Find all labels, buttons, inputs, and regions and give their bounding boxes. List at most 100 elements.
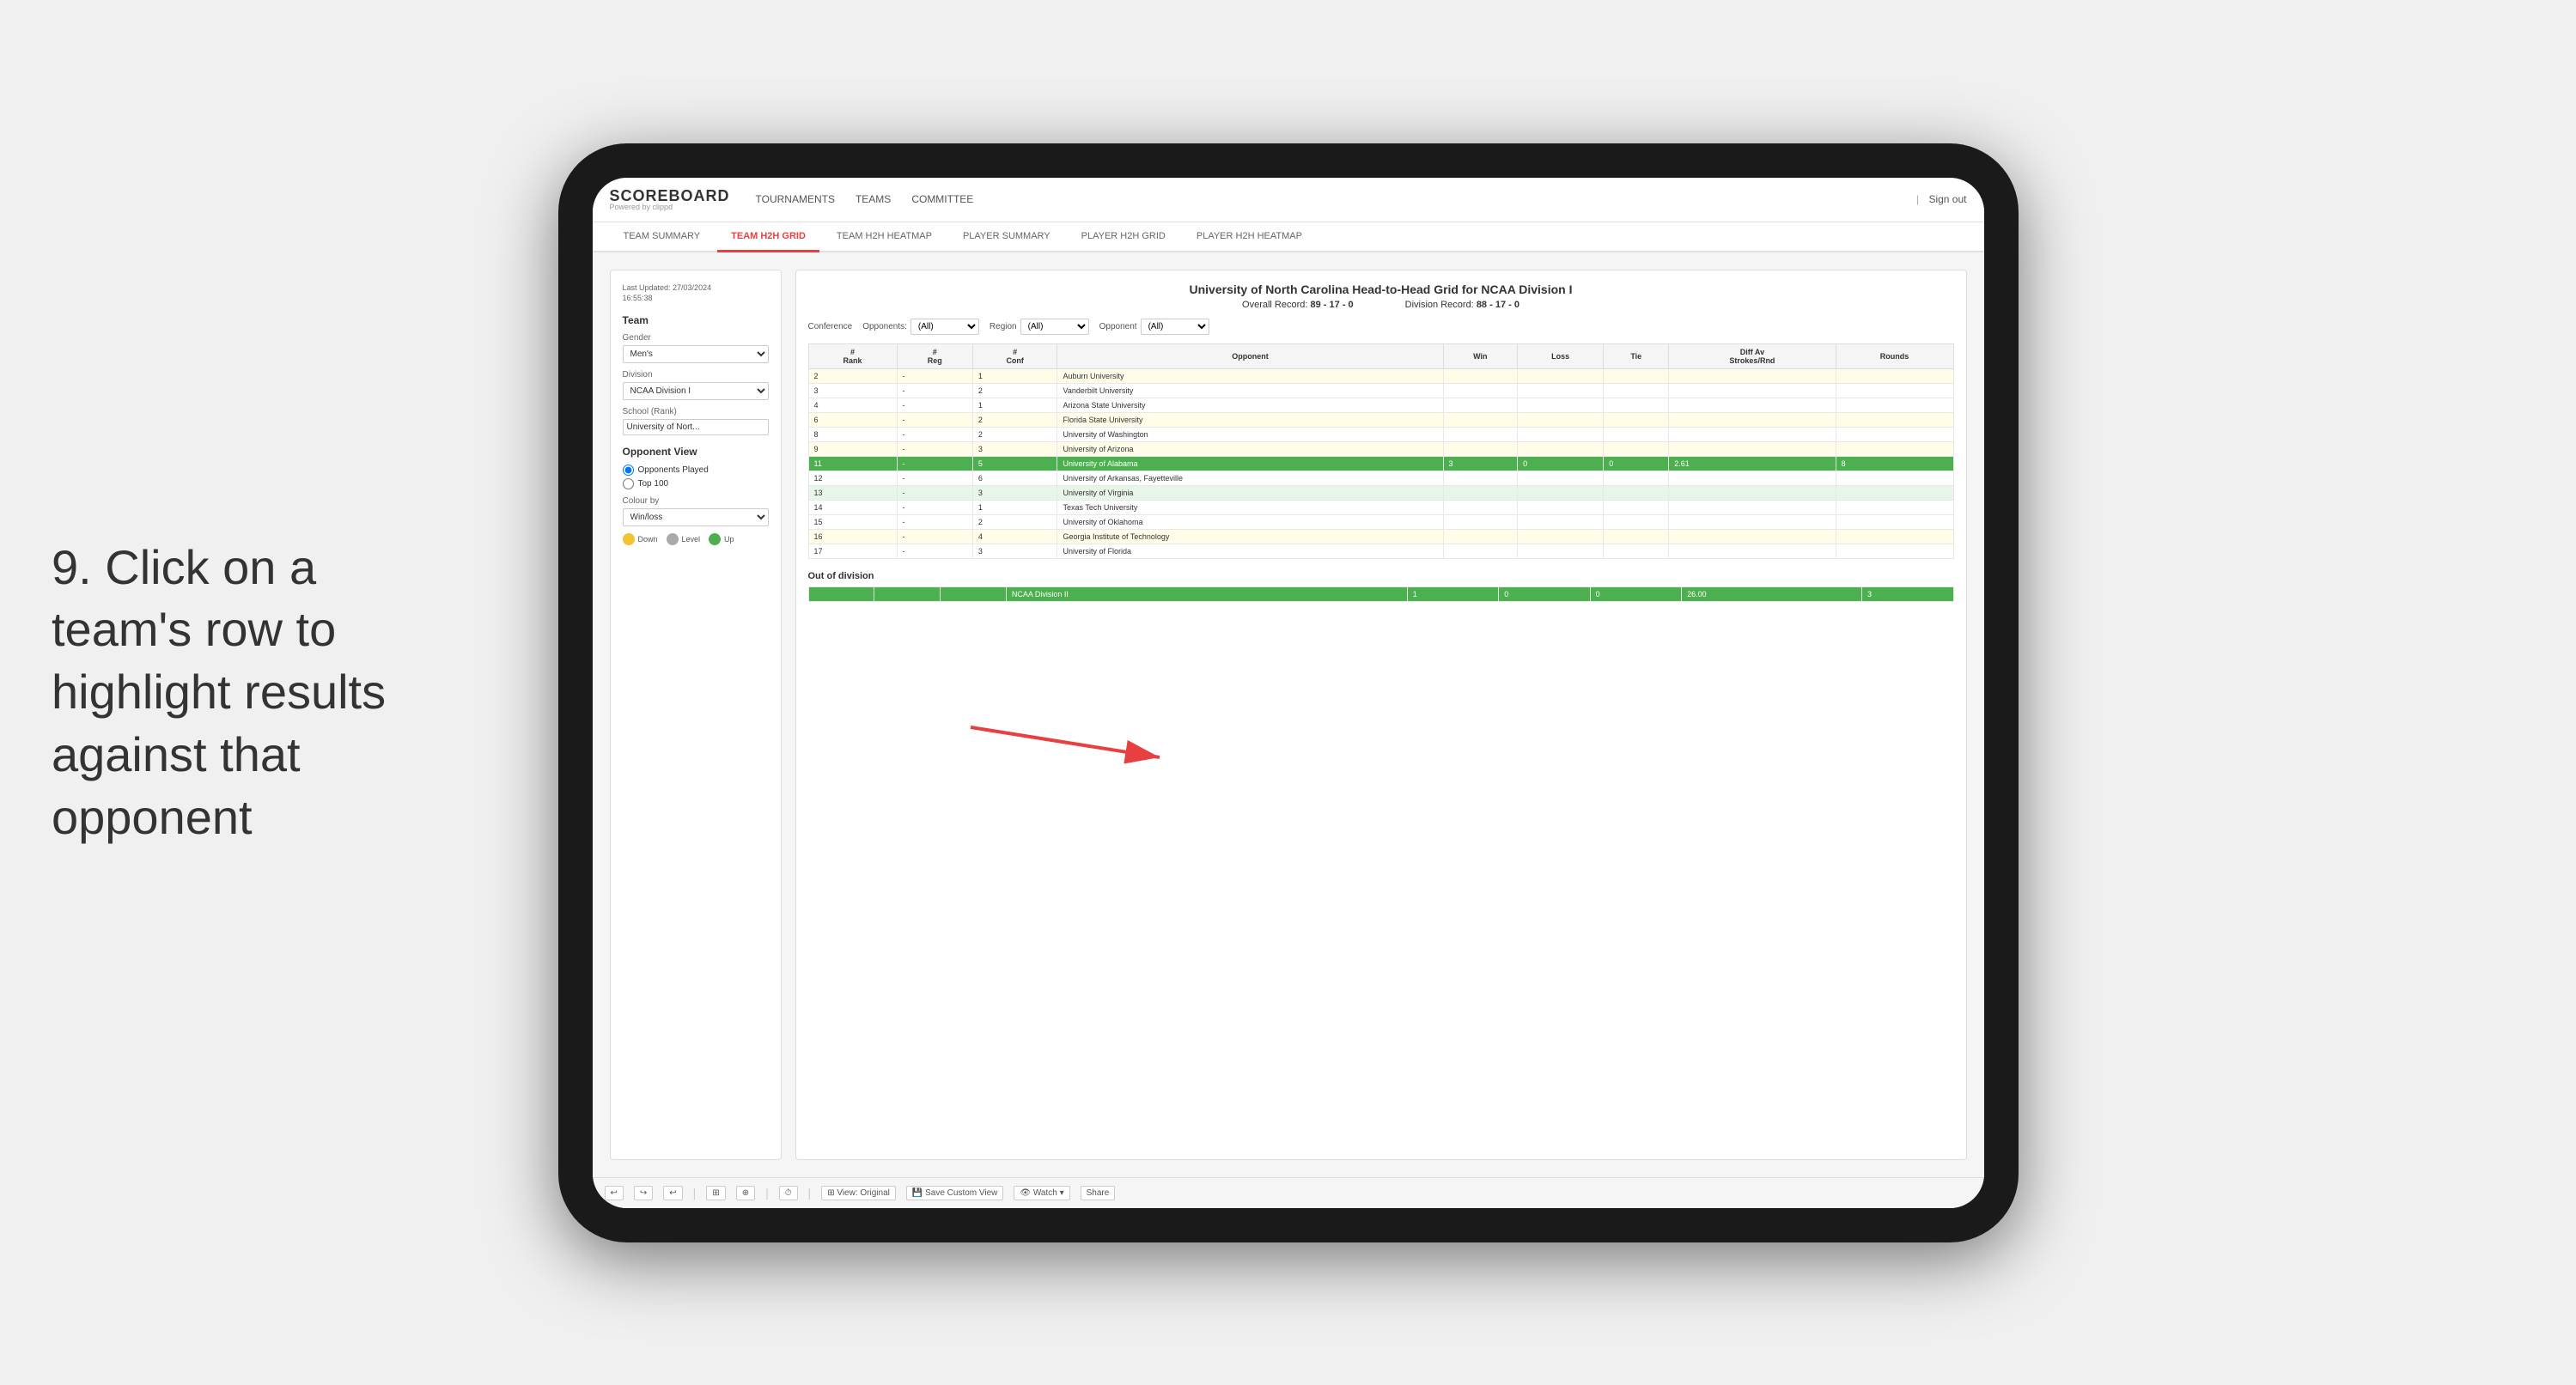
- left-panel: Last Updated: 27/03/2024 16:55:38 Team G…: [610, 270, 782, 1160]
- legend-up: Up: [709, 533, 734, 545]
- copy-button[interactable]: ⊞: [706, 1186, 725, 1200]
- out-reg: [874, 586, 941, 601]
- tab-player-h2h-grid[interactable]: PLAYER H2H GRID: [1068, 222, 1179, 252]
- cell-diff: [1669, 383, 1836, 398]
- radio-top100[interactable]: Top 100: [623, 478, 769, 489]
- table-row[interactable]: 12-6University of Arkansas, Fayetteville: [808, 471, 1953, 485]
- col-reg: #Reg: [897, 343, 972, 368]
- nav-teams[interactable]: TEAMS: [856, 193, 891, 205]
- table-row[interactable]: 3-2Vanderbilt University: [808, 383, 1953, 398]
- table-row[interactable]: 17-3University of Florida: [808, 544, 1953, 558]
- cell-tie: [1604, 412, 1669, 427]
- radio-opponents-played[interactable]: Opponents Played: [623, 465, 769, 476]
- redo-button[interactable]: ↪: [634, 1186, 653, 1200]
- toolbar-sep1: |: [693, 1186, 697, 1200]
- cell-reg: -: [897, 544, 972, 558]
- save-custom-view-button[interactable]: 💾 Save Custom View: [906, 1186, 1004, 1200]
- cell-tie: [1604, 514, 1669, 529]
- cell-opponent: University of Arizona: [1057, 441, 1443, 456]
- cell-reg: -: [897, 500, 972, 514]
- region-filter-select[interactable]: (All): [1020, 319, 1089, 335]
- division-select[interactable]: NCAA Division I: [623, 382, 769, 400]
- table-row[interactable]: 14-1Texas Tech University: [808, 500, 1953, 514]
- out-of-division-label: Out of division: [808, 571, 1954, 581]
- nav-committee[interactable]: COMMITTEE: [911, 193, 973, 205]
- filter-region: Region (All): [990, 319, 1089, 335]
- col-opponent: Opponent: [1057, 343, 1443, 368]
- instruction-text: 9. Click on a team's row to highlight re…: [52, 537, 412, 849]
- table-row[interactable]: 13-3University of Virginia: [808, 485, 1953, 500]
- cell-rank: 15: [808, 514, 897, 529]
- opponents-filter-select[interactable]: (All): [910, 319, 979, 335]
- gender-label: Gender: [623, 333, 769, 343]
- cell-win: [1443, 500, 1518, 514]
- view-button[interactable]: ⊞ View: Original: [821, 1186, 896, 1200]
- last-updated-label: Last Updated: 27/03/2024: [623, 283, 712, 292]
- cell-diff: [1669, 441, 1836, 456]
- table-row[interactable]: 9-3University of Arizona: [808, 441, 1953, 456]
- opponent-filter-select[interactable]: (All): [1141, 319, 1209, 335]
- cell-reg: -: [897, 514, 972, 529]
- cell-rounds: [1836, 471, 1953, 485]
- cell-reg: -: [897, 383, 972, 398]
- tab-team-h2h-grid[interactable]: TEAM H2H GRID: [717, 222, 819, 252]
- undo2-button[interactable]: ↩: [663, 1186, 682, 1200]
- cell-win: [1443, 529, 1518, 544]
- tab-player-summary[interactable]: PLAYER SUMMARY: [949, 222, 1064, 252]
- cell-reg: -: [897, 471, 972, 485]
- filter-opponent: Opponent (All): [1099, 319, 1209, 335]
- col-rank: #Rank: [808, 343, 897, 368]
- table-row[interactable]: 16-4Georgia Institute of Technology: [808, 529, 1953, 544]
- radio-group: Opponents Played Top 100: [623, 465, 769, 489]
- clock-button[interactable]: ⏱: [779, 1186, 798, 1200]
- cell-diff: [1669, 544, 1836, 558]
- table-row[interactable]: 8-2University of Washington: [808, 427, 1953, 441]
- watch-button[interactable]: 👁 Watch ▾: [1014, 1186, 1069, 1200]
- tab-team-h2h-heatmap[interactable]: TEAM H2H HEATMAP: [823, 222, 946, 252]
- step-number: 9.: [52, 540, 92, 594]
- table-row[interactable]: 11-5University of Alabama3002.618: [808, 456, 1953, 471]
- tablet-screen: SCOREBOARD Powered by clippd TOURNAMENTS…: [593, 178, 1984, 1208]
- gender-select[interactable]: Men's: [623, 345, 769, 363]
- table-row[interactable]: 4-1Arizona State University: [808, 398, 1953, 412]
- cell-diff: [1669, 398, 1836, 412]
- cell-tie: [1604, 485, 1669, 500]
- logo-powered: Powered by clippd: [610, 203, 730, 211]
- cell-win: [1443, 412, 1518, 427]
- cell-opponent: Texas Tech University: [1057, 500, 1443, 514]
- undo-button[interactable]: ↩: [605, 1186, 624, 1200]
- cell-reg: -: [897, 485, 972, 500]
- school-rank-input[interactable]: [623, 419, 769, 435]
- cell-conf: 2: [972, 383, 1057, 398]
- division-label: Division: [623, 370, 769, 380]
- table-row[interactable]: 15-2University of Oklahoma: [808, 514, 1953, 529]
- cell-win: [1443, 441, 1518, 456]
- colour-by-select[interactable]: Win/loss: [623, 508, 769, 526]
- cell-conf: 6: [972, 471, 1057, 485]
- cell-win: [1443, 485, 1518, 500]
- legend-row: Down Level Up: [623, 533, 769, 545]
- cell-rank: 17: [808, 544, 897, 558]
- tab-team-summary[interactable]: TEAM SUMMARY: [610, 222, 715, 252]
- table-row[interactable]: 6-2Florida State University: [808, 412, 1953, 427]
- cell-loss: [1518, 485, 1604, 500]
- tab-player-h2h-heatmap[interactable]: PLAYER H2H HEATMAP: [1183, 222, 1316, 252]
- cell-rank: 8: [808, 427, 897, 441]
- share-button[interactable]: Share: [1081, 1186, 1116, 1200]
- nav-tournaments[interactable]: TOURNAMENTS: [756, 193, 835, 205]
- cell-diff: 2.61: [1669, 456, 1836, 471]
- overall-record: Overall Record: 89 - 17 - 0: [1242, 300, 1354, 310]
- table-row[interactable]: 2-1Auburn University: [808, 368, 1953, 383]
- col-loss: Loss: [1518, 343, 1604, 368]
- sign-out-link[interactable]: Sign out: [1928, 193, 1966, 205]
- grid-title: University of North Carolina Head-to-Hea…: [808, 282, 1954, 296]
- paste-button[interactable]: ⊕: [736, 1186, 755, 1200]
- legend-up-dot: [709, 533, 721, 545]
- cell-loss: [1518, 441, 1604, 456]
- cell-win: [1443, 514, 1518, 529]
- cell-loss: [1518, 471, 1604, 485]
- out-diff: 26.00: [1682, 586, 1862, 601]
- out-division-row[interactable]: NCAA Division II 1 0 0 26.00 3: [808, 586, 1953, 601]
- out-name: NCAA Division II: [1006, 586, 1407, 601]
- cell-rounds: [1836, 368, 1953, 383]
